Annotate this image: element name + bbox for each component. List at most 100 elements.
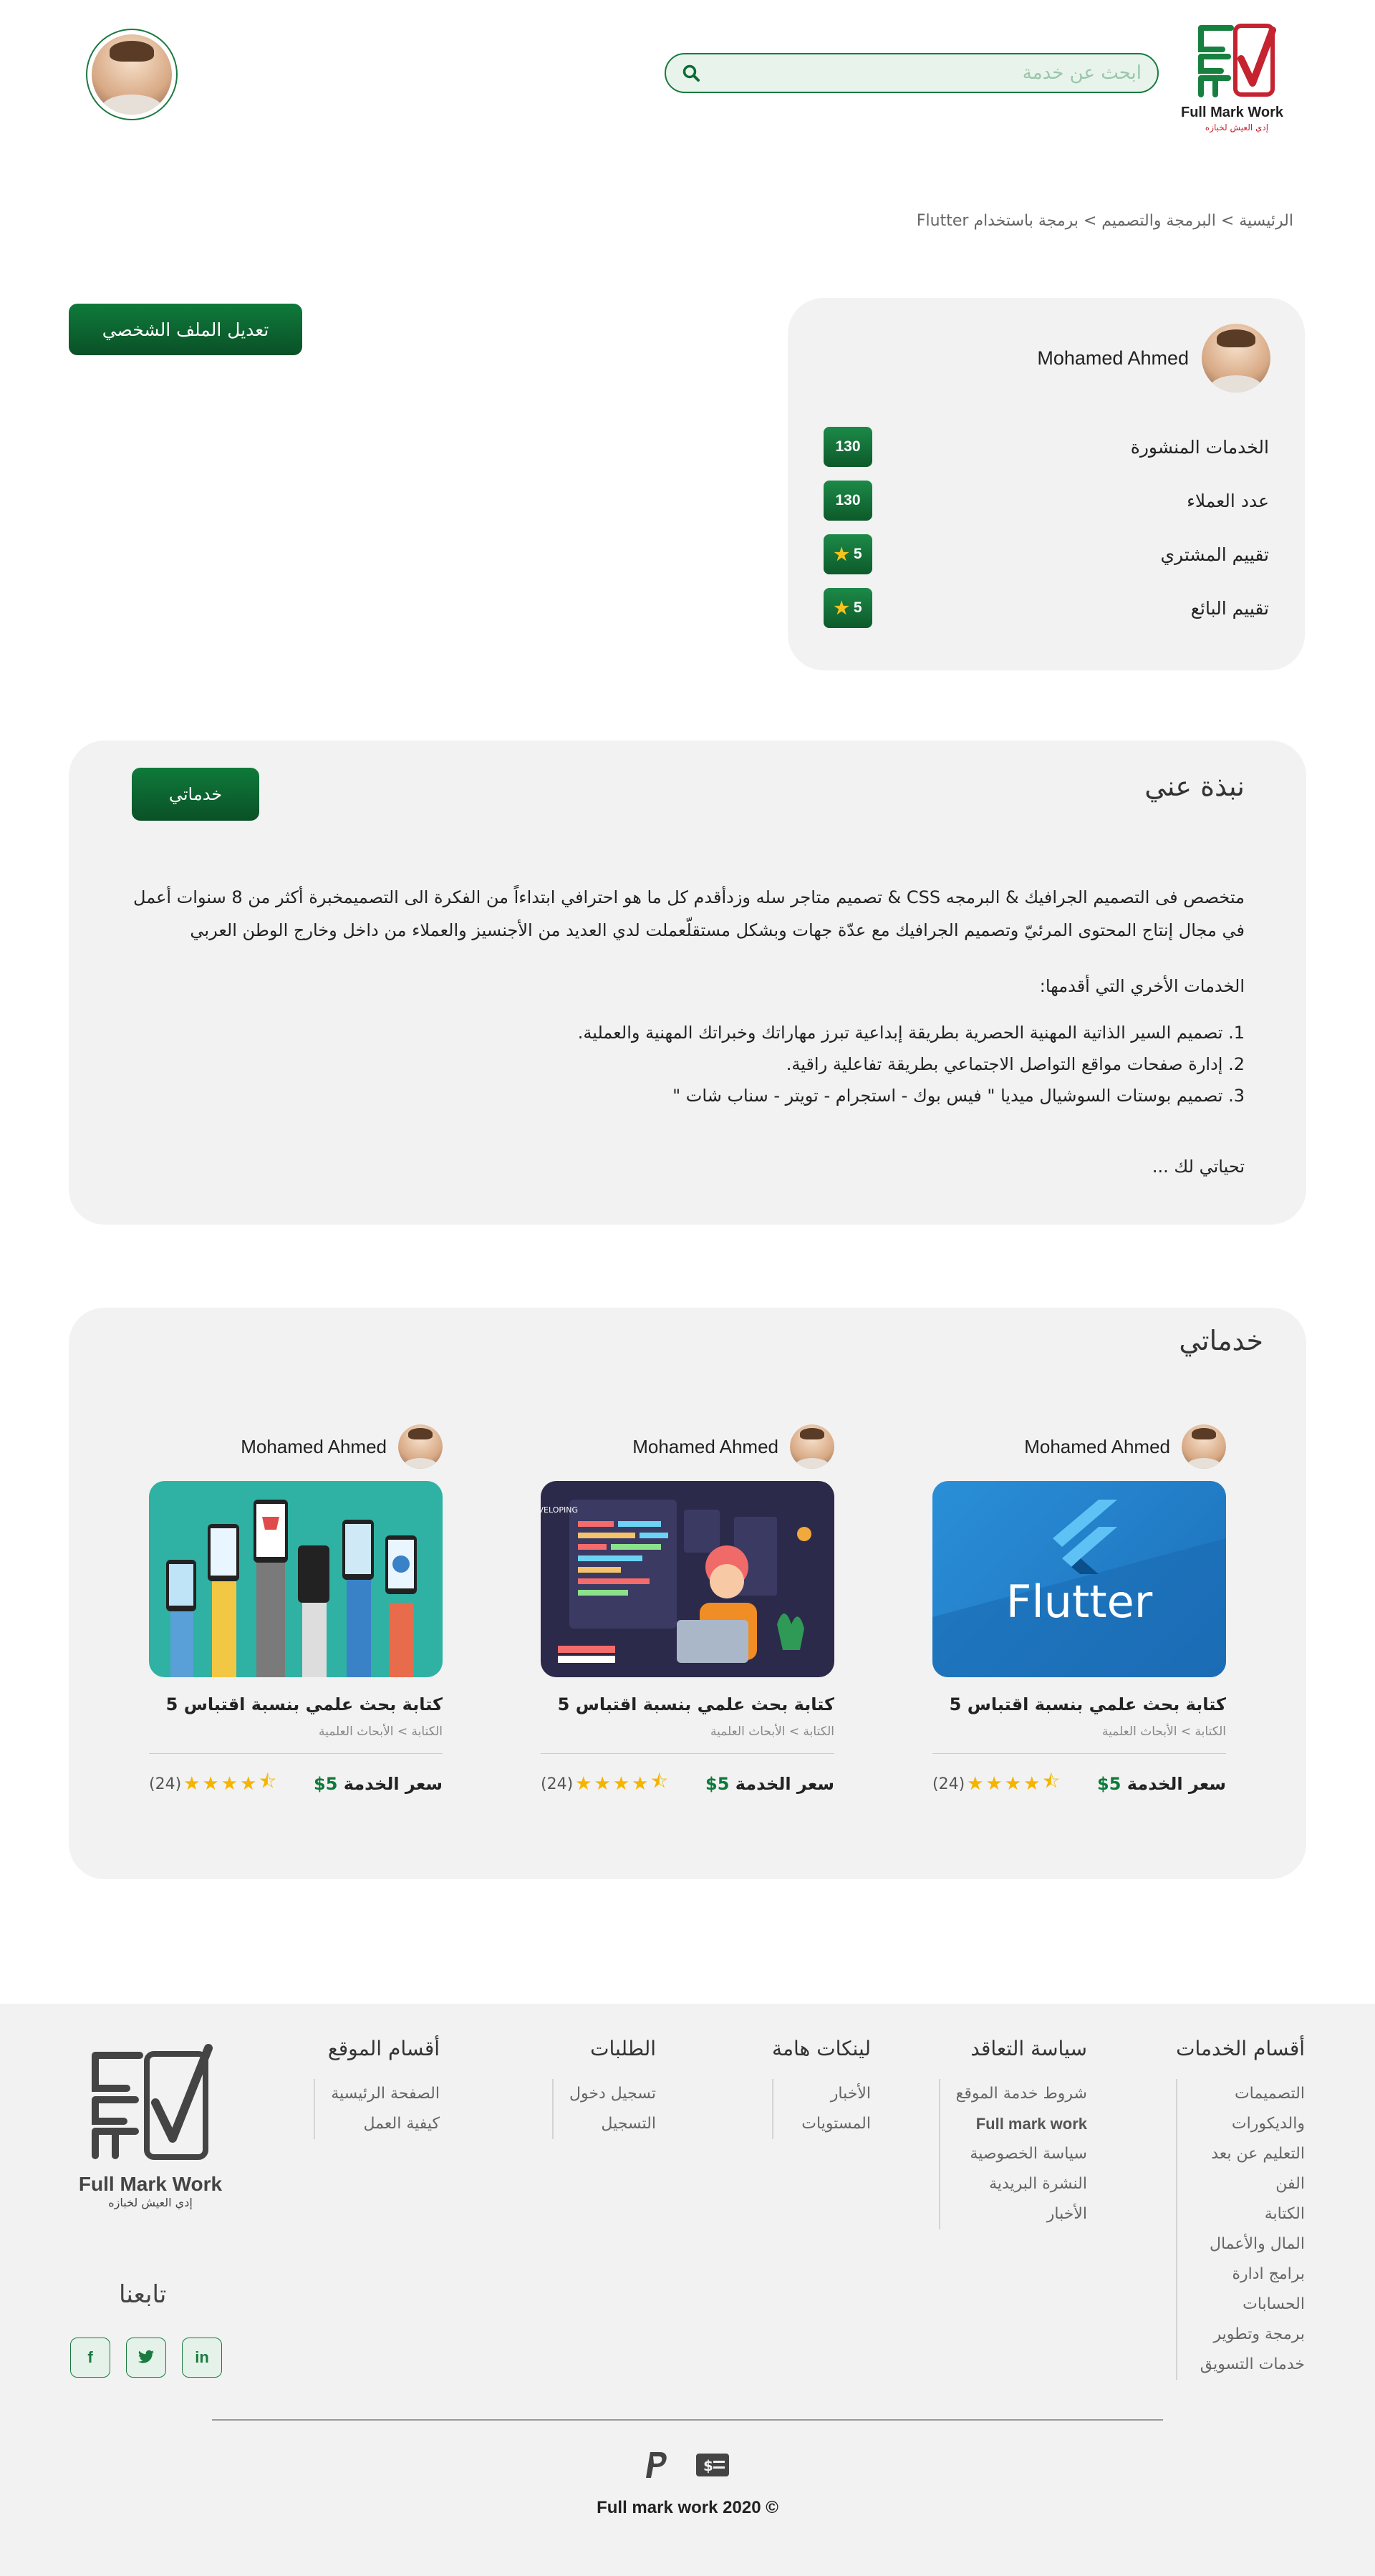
site-logo[interactable]: Full Mark Work إدي العيش لخبازه (1181, 17, 1283, 132)
search-icon[interactable] (680, 62, 702, 84)
footer-link[interactable]: شروط خدمة الموقع (956, 2079, 1087, 2109)
services-card: خدماتي Mohamed Ahmed Flutter كتابة بحث ع… (69, 1308, 1306, 1879)
edit-profile-button[interactable]: تعديل الملف الشخصي (69, 304, 302, 355)
stat-label: الخدمات المنشورة (1130, 436, 1269, 458)
logo-mark-icon (1198, 24, 1276, 97)
about-closing: تحياتي لك ... (1152, 1157, 1245, 1177)
footer-link[interactable]: المستويات (789, 2109, 871, 2139)
service-price: سعر الخدمة 5$ (1096, 1774, 1226, 1794)
star-icon: ★ (632, 1773, 649, 1795)
stat-value: 130 (824, 427, 872, 467)
profile-card: Mohamed Ahmed الخدمات المنشورة 130 عدد ا… (788, 298, 1305, 670)
services-heading: الخدمات الأخري التي أقدمها: (1039, 976, 1245, 996)
cash-card-icon: $ (696, 2454, 729, 2476)
star-icon: ★ (183, 1773, 201, 1795)
seller-name: Mohamed Ahmed (632, 1435, 778, 1457)
divider (541, 1753, 834, 1754)
linkedin-icon[interactable]: in (182, 2338, 222, 2378)
seller-name: Mohamed Ahmed (241, 1435, 387, 1457)
service-card[interactable]: Mohamed Ahmed كتابة بحث علمي بنسبة اقتبا… (149, 1424, 443, 1800)
footer-column-orders: الطلبات تسجيل دخول التسجيل (552, 2037, 656, 2139)
site-footer: أقسام الخدمات التصميمات والديكورات التعل… (0, 2004, 1375, 2576)
developer-illustration-icon: WEB DEVELOPING (541, 1500, 811, 1663)
seller-avatar (1182, 1424, 1226, 1469)
service-image-flutter[interactable]: Flutter (932, 1481, 1226, 1677)
service-card[interactable]: Mohamed Ahmed WEB DEVELOPING كتاب (541, 1424, 834, 1800)
footer-link[interactable]: الأخبار (789, 2079, 871, 2109)
service-title[interactable]: كتابة بحث علمي بنسبة اقتباس 5 (541, 1694, 834, 1714)
footer-logo[interactable]: Full Mark Work إدي العيش لخبازه (76, 2041, 225, 2209)
service-title[interactable]: كتابة بحث علمي بنسبة اقتباس 5 (932, 1694, 1226, 1714)
user-avatar[interactable] (86, 29, 178, 120)
service-footer: سعر الخدمة 5$ (24) ★ ★ ★ ★ ⯪ (932, 1768, 1226, 1800)
footer-link[interactable]: الفن (1193, 2169, 1305, 2199)
seller-avatar (398, 1424, 443, 1469)
footer-link[interactable]: المال والأعمال (1193, 2229, 1305, 2259)
stat-published-services: الخدمات المنشورة 130 (824, 427, 1269, 467)
footer-link[interactable]: خدمات التسويق (1193, 2350, 1305, 2380)
about-paragraph: متخصص فى التصميم الجرافيك & البرمجه CSS … (133, 887, 1245, 940)
stat-label: عدد العملاء (1187, 490, 1269, 511)
my-services-button[interactable]: خدماتي (132, 768, 259, 821)
service-title[interactable]: كتابة بحث علمي بنسبة اقتباس 5 (149, 1694, 443, 1714)
service-image-mobile-apps[interactable] (149, 1481, 443, 1677)
svg-text:$: $ (703, 2457, 713, 2474)
footer-link[interactable]: التصميمات (1193, 2079, 1305, 2109)
service-rating: (24) ★ ★ ★ ★ ⯪ (932, 1768, 1060, 1800)
divider (932, 1753, 1226, 1754)
footer-link[interactable]: الصفحة الرئيسية (331, 2079, 440, 2109)
service-footer: سعر الخدمة 5$ (24) ★ ★ ★ ★ ⯪ (541, 1768, 834, 1800)
footer-link[interactable]: النشرة البريدية (956, 2169, 1087, 2199)
facebook-icon[interactable]: f (70, 2338, 110, 2378)
list-item: 3. تصميم بوستات السوشيال ميديا " فيس بوك… (672, 1086, 1245, 1106)
footer-link[interactable]: برامج ادارة (1193, 2259, 1305, 2290)
service-rating: (24) ★ ★ ★ ★ ⯪ (541, 1768, 668, 1800)
service-category: الكتابة > الأبحاث العلمية (710, 1724, 834, 1739)
star-icon: ★ (221, 1773, 238, 1795)
star-icon: ★ (834, 544, 849, 564)
list-item: 2. إدارة صفحات مواقع التواصل الاجتماعي ب… (786, 1054, 1245, 1074)
service-seller: Mohamed Ahmed (149, 1424, 443, 1470)
footer-link[interactable]: الأخبار (956, 2199, 1087, 2229)
half-star-icon: ⯪ (650, 1771, 669, 1793)
footer-logo-mark-icon (92, 2044, 213, 2160)
search-bar[interactable] (665, 53, 1159, 93)
footer-divider (212, 2419, 1163, 2421)
footer-link[interactable]: تسجيل دخول (569, 2079, 656, 2109)
star-icon: ★ (202, 1773, 219, 1795)
service-card[interactable]: Mohamed Ahmed Flutter كتابة بحث علمي بنس… (932, 1424, 1226, 1800)
footer-link[interactable]: الكتابة (1193, 2199, 1305, 2229)
search-input[interactable] (702, 62, 1142, 84)
service-image-web-developer[interactable]: WEB DEVELOPING (541, 1481, 834, 1677)
stat-buyer-rating: تقييم المشتري 5 ★ (824, 534, 1269, 574)
half-star-icon: ⯪ (1042, 1771, 1061, 1793)
seller-name: Mohamed Ahmed (1024, 1435, 1170, 1457)
footer-link[interactable]: برمجة وتطوير (1193, 2320, 1305, 2350)
star-icon: ★ (985, 1773, 1003, 1795)
flutter-logo-icon: Flutter (932, 1500, 1226, 1677)
footer-link[interactable]: الحسابات (1193, 2290, 1305, 2320)
profile-name: Mohamed Ahmed (1037, 347, 1189, 369)
footer-link[interactable]: التعليم عن بعد (1193, 2139, 1305, 2169)
list-item: 1. تصميم السير الذاتية المهنية الحصرية ب… (577, 1023, 1245, 1043)
svg-text:Flutter: Flutter (1006, 1576, 1153, 1628)
service-category: الكتابة > الأبحاث العلمية (1101, 1724, 1226, 1739)
footer-link[interactable]: التسجيل (569, 2109, 656, 2139)
stat-clients: عدد العملاء 130 (824, 481, 1269, 521)
footer-logo-brand: Full Mark Work (78, 2173, 223, 2195)
star-icon: ★ (1023, 1773, 1041, 1795)
footer-link[interactable]: Full mark work (956, 2109, 1087, 2139)
divider (149, 1753, 443, 1754)
footer-link[interactable]: كيفية العمل (331, 2109, 440, 2139)
about-card: نبذة عني خدماتي متخصص فى التصميم الجرافي… (69, 741, 1306, 1225)
service-price: سعر الخدمة 5$ (313, 1774, 443, 1794)
footer-link[interactable]: والديكورات (1193, 2109, 1305, 2139)
profile-avatar (1202, 324, 1270, 392)
star-icon: ★ (1004, 1773, 1022, 1795)
footer-link[interactable]: سياسة الخصوصية (956, 2139, 1087, 2169)
twitter-icon[interactable] (126, 2338, 166, 2378)
star-icon: ★ (240, 1773, 257, 1795)
footer-column-heading: سياسة التعاقد (970, 2037, 1087, 2060)
svg-text:WEB DEVELOPING: WEB DEVELOPING (541, 1505, 578, 1515)
breadcrumb: الرئيسية > البرمجة والتصميم > برمجة باست… (916, 212, 1293, 230)
